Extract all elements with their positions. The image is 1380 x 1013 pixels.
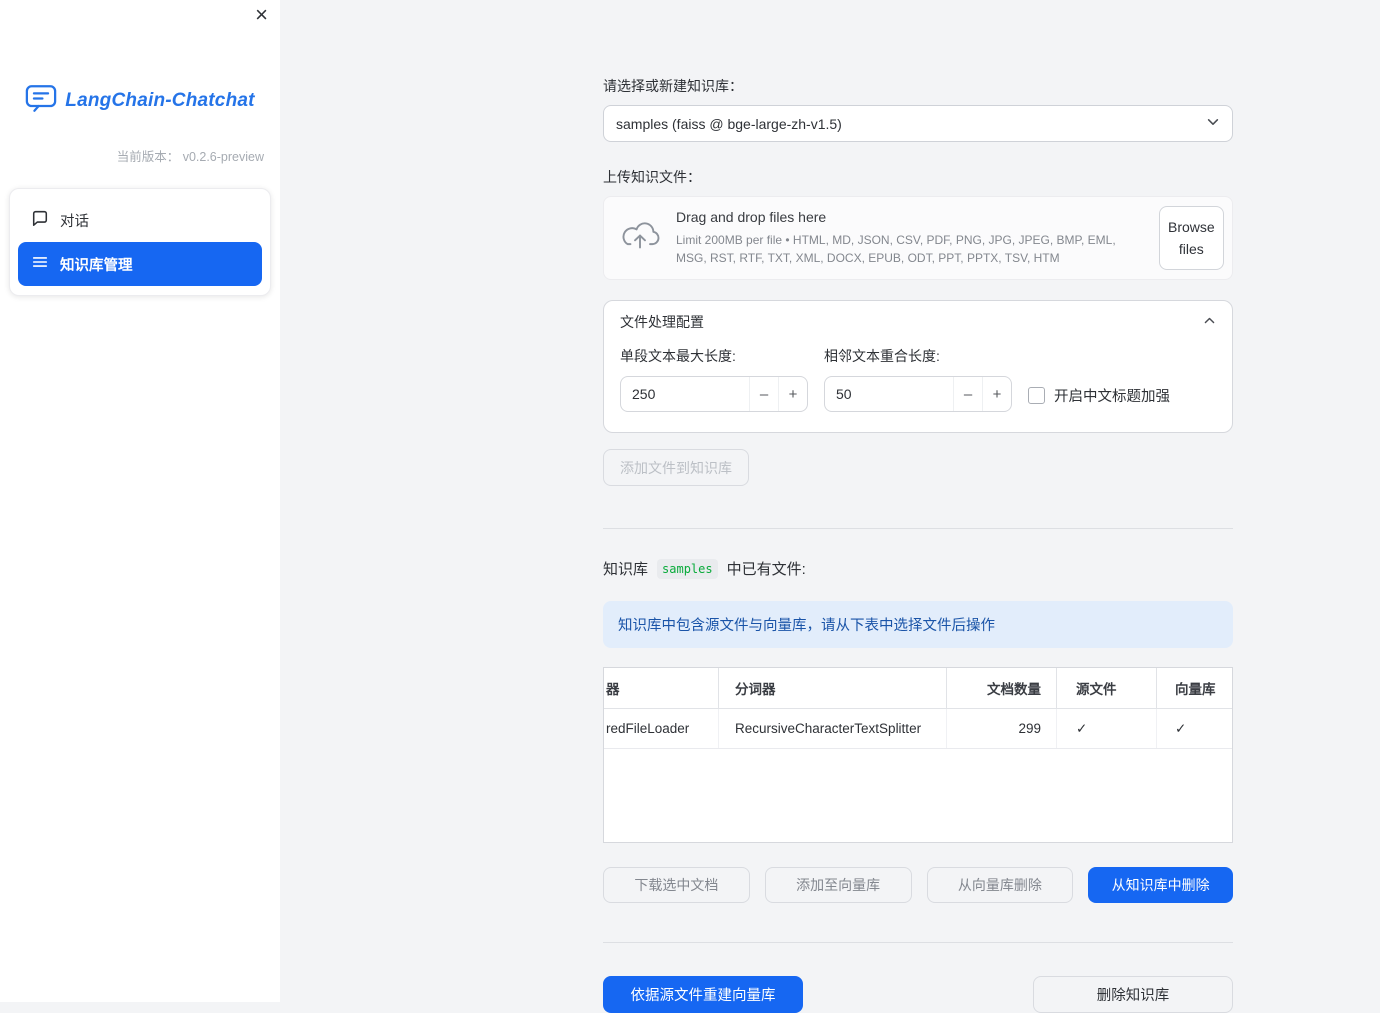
info-banner: 知识库中包含源文件与向量库，请从下表中选择文件后操作	[603, 601, 1233, 648]
max-length-decrement-button[interactable]: –	[749, 377, 778, 411]
chevron-up-icon	[1203, 314, 1216, 330]
main-content: 请选择或新建知识库： samples (faiss @ bge-large-zh…	[603, 0, 1233, 1013]
file-config-expander: 文件处理配置 单段文本最大长度: 250 – + 相邻文本重合长度: 50 – …	[603, 300, 1233, 433]
table-header-splitter: 分词器	[719, 668, 947, 708]
overlap-decrement-button[interactable]: –	[953, 377, 982, 411]
sidebar-item-knowledge-base[interactable]: 知识库管理	[18, 242, 262, 286]
table-actions: 下载选中文档 添加至向量库 从向量库删除 从知识库中删除	[603, 867, 1233, 903]
file-config-expander-header[interactable]: 文件处理配置	[604, 301, 1232, 340]
overlap-length-label: 相邻文本重合长度:	[824, 348, 940, 364]
list-icon	[31, 253, 49, 275]
brand-logo: LangChain-Chatchat	[0, 84, 280, 118]
uploader-text: Drag and drop files here Limit 200MB per…	[676, 209, 1144, 267]
delete-from-kb-button[interactable]: 从知识库中删除	[1088, 867, 1233, 903]
cloud-upload-icon	[619, 220, 661, 257]
max-length-field: 单段文本最大长度: 250 – +	[620, 344, 808, 412]
zh-title-enhance-field: 开启中文标题加强	[1028, 344, 1216, 412]
delete-kb-button[interactable]: 删除知识库	[1033, 976, 1233, 1013]
cell-splitter: RecursiveCharacterTextSplitter	[719, 709, 947, 748]
sidebar-item-label: 知识库管理	[60, 257, 133, 274]
add-to-vector-store-button[interactable]: 添加至向量库	[764, 867, 912, 903]
uploader-title: Drag and drop files here	[676, 209, 827, 225]
table-header-source-file: 源文件	[1057, 668, 1157, 708]
zh-title-enhance-checkbox[interactable]	[1028, 386, 1045, 404]
sidebar: × LangChain-Chatchat 当前版本： v0.2.6-previe…	[0, 0, 280, 1002]
chevron-down-icon	[1206, 115, 1220, 132]
max-length-increment-button[interactable]: +	[778, 377, 807, 411]
file-config-title: 文件处理配置	[620, 314, 704, 330]
upload-label: 上传知识文件：	[603, 169, 701, 185]
files-table[interactable]: 器 分词器 文档数量 源文件 向量库 redFileLoader Recursi…	[603, 667, 1233, 843]
zh-title-enhance-label: 开启中文标题加强	[1054, 388, 1170, 405]
existing-files-suffix: 中已有文件:	[726, 561, 806, 578]
kb-selectbox-value: samples (faiss @ bge-large-zh-v1.5)	[616, 115, 842, 132]
brand-chat-icon	[25, 84, 57, 118]
table-header-vector-store: 向量库	[1175, 682, 1216, 697]
file-config-body: 单段文本最大长度: 250 – + 相邻文本重合长度: 50 – + 开启中文标…	[604, 340, 1232, 432]
max-length-label: 单段文本最大长度:	[620, 348, 736, 364]
kb-select-label: 请选择或新建知识库：	[603, 78, 743, 94]
brand-name: LangChain-Chatchat	[65, 90, 255, 111]
chat-bubble-icon	[31, 209, 49, 231]
existing-files-heading: 知识库 samples 中已有文件:	[603, 558, 1233, 579]
version-label: 当前版本： v0.2.6-preview	[116, 150, 264, 164]
existing-files-prefix: 知识库	[603, 561, 649, 578]
divider	[603, 528, 1233, 529]
delete-from-vector-store-button[interactable]: 从向量库删除	[926, 867, 1074, 903]
table-header-loader-partial: 器	[604, 668, 719, 708]
overlap-length-input[interactable]: 50 – +	[824, 376, 1012, 412]
download-selected-button[interactable]: 下载选中文档	[603, 867, 750, 903]
cell-vector-check: ✓	[1175, 720, 1187, 736]
sidebar-close-button[interactable]: ×	[255, 4, 268, 26]
kb-selectbox[interactable]: samples (faiss @ bge-large-zh-v1.5)	[603, 105, 1233, 142]
table-row[interactable]: redFileLoader RecursiveCharacterTextSpli…	[604, 709, 1232, 749]
max-length-value[interactable]: 250	[621, 377, 749, 411]
cell-source-check: ✓	[1057, 709, 1157, 748]
overlap-length-value[interactable]: 50	[825, 377, 953, 411]
sidebar-menu: 对话 知识库管理	[9, 188, 271, 296]
browse-files-button[interactable]: Browse files	[1159, 205, 1224, 271]
files-table-header: 器 分词器 文档数量 源文件 向量库	[604, 668, 1232, 709]
sidebar-item-dialogue[interactable]: 对话	[18, 198, 262, 242]
table-header-doc-count: 文档数量	[947, 668, 1057, 708]
sidebar-item-label: 对话	[60, 213, 89, 230]
add-files-to-kb-button[interactable]: 添加文件到知识库	[603, 449, 749, 486]
cell-loader: redFileLoader	[604, 709, 719, 748]
cell-doc-count: 299	[947, 709, 1057, 748]
kb-management-actions: 依据源文件重建向量库 删除知识库	[603, 976, 1233, 1013]
kb-name-code: samples	[657, 558, 718, 579]
overlap-length-field: 相邻文本重合长度: 50 – +	[824, 344, 1012, 412]
uploader-limit-text: Limit 200MB per file • HTML, MD, JSON, C…	[676, 233, 1116, 265]
rebuild-vector-store-button[interactable]: 依据源文件重建向量库	[603, 976, 803, 1013]
file-uploader-dropzone[interactable]: Drag and drop files here Limit 200MB per…	[603, 196, 1233, 280]
divider	[603, 942, 1233, 943]
overlap-increment-button[interactable]: +	[982, 377, 1011, 411]
max-length-input[interactable]: 250 – +	[620, 376, 808, 412]
